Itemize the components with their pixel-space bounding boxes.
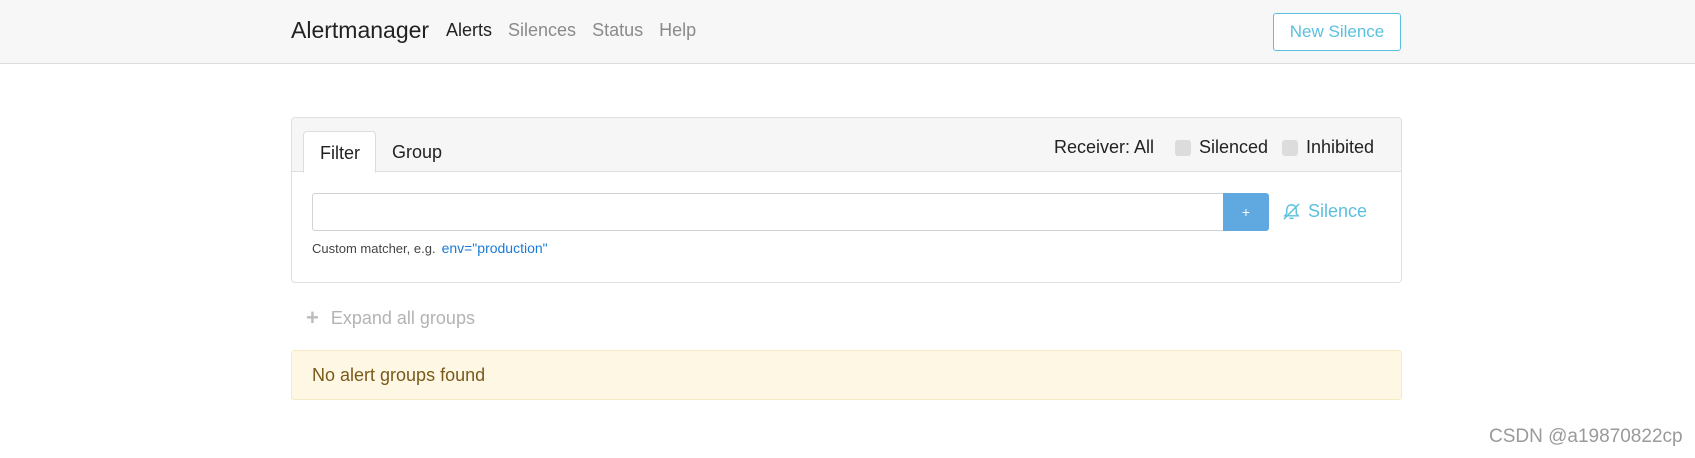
- expand-all-groups-label: Expand all groups: [330, 307, 475, 328]
- inhibited-checkbox-box[interactable]: [1282, 139, 1298, 156]
- bell-slash-icon: [1283, 203, 1300, 220]
- inhibited-checkbox[interactable]: Inhibited: [1282, 137, 1374, 158]
- matcher-hint-example[interactable]: env="production": [442, 240, 548, 256]
- watermark: CSDN @a19870822cp: [1489, 426, 1683, 447]
- empty-state-message: No alert groups found: [312, 365, 486, 385]
- matcher-hint: Custom matcher, e.g. env="production": [312, 240, 548, 256]
- tab-group[interactable]: Group: [376, 131, 458, 173]
- silence-link[interactable]: Silence: [1282, 201, 1367, 222]
- nav-silences[interactable]: Silences: [508, 20, 576, 41]
- filter-input[interactable]: [312, 193, 1224, 231]
- silenced-checkbox-box[interactable]: [1175, 139, 1191, 156]
- silenced-label: Silenced: [1199, 137, 1269, 157]
- empty-state-alert: No alert groups found: [291, 350, 1402, 400]
- top-navbar: Alertmanager Alerts Silences Status Help…: [0, 0, 1695, 64]
- nav-help[interactable]: Help: [659, 20, 696, 41]
- inhibited-label: Inhibited: [1306, 137, 1375, 157]
- new-silence-button[interactable]: New Silence: [1273, 13, 1401, 51]
- brand-title[interactable]: Alertmanager: [291, 17, 429, 44]
- add-matcher-button[interactable]: +: [1223, 193, 1269, 231]
- silenced-checkbox[interactable]: Silenced: [1175, 137, 1268, 158]
- tab-filter[interactable]: Filter: [303, 131, 376, 173]
- main-nav: Alerts Silences Status Help: [446, 20, 696, 41]
- receiver-selector[interactable]: Receiver: All: [1054, 137, 1154, 158]
- nav-status[interactable]: Status: [592, 20, 643, 41]
- plus-icon: +: [306, 305, 319, 330]
- filter-card: Filter Group Receiver: All Silenced Inhi…: [291, 117, 1402, 283]
- nav-alerts[interactable]: Alerts: [446, 20, 492, 41]
- expand-all-groups-button[interactable]: + Expand all groups: [306, 305, 475, 331]
- silence-link-label: Silence: [1308, 201, 1368, 221]
- filter-card-header: Filter Group Receiver: All Silenced Inhi…: [292, 118, 1401, 173]
- matcher-hint-text: Custom matcher, e.g.: [312, 241, 436, 256]
